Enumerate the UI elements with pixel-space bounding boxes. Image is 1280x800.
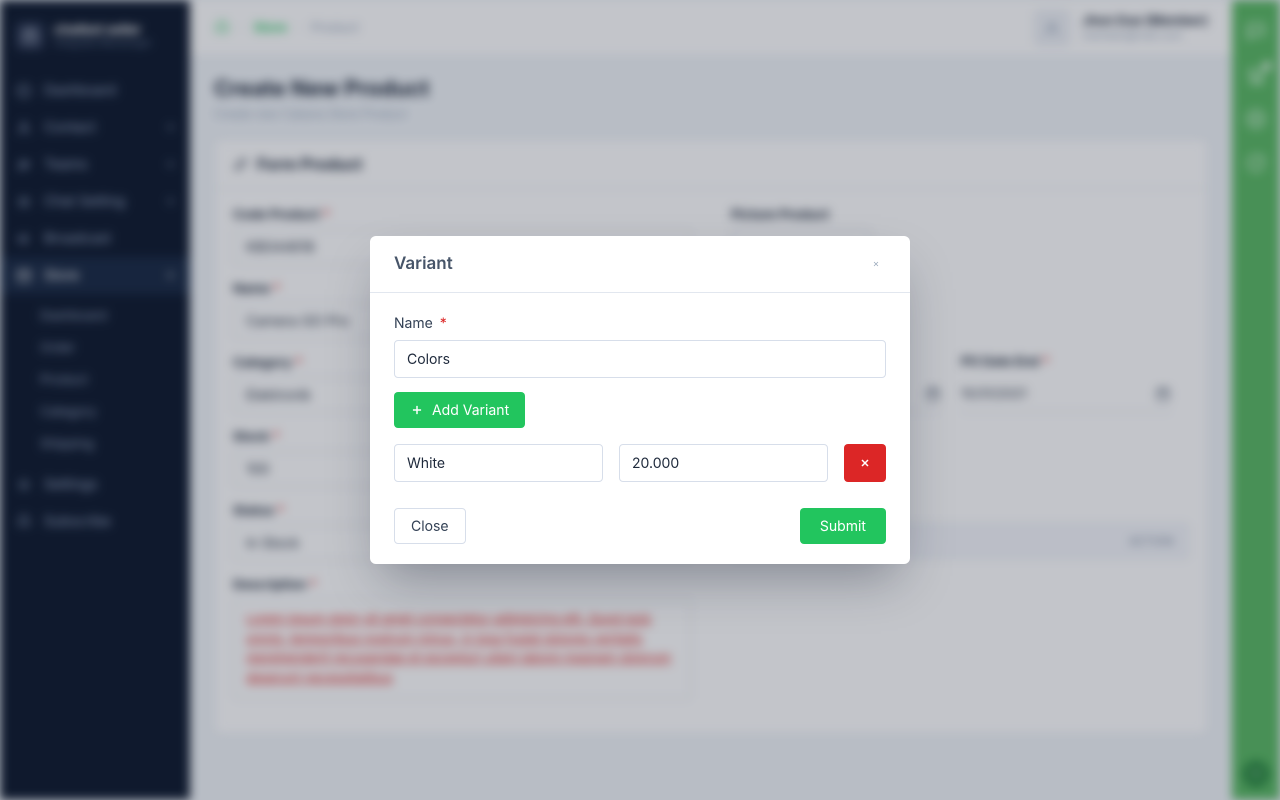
close-icon bbox=[872, 255, 880, 273]
modal-close-icon-button[interactable] bbox=[866, 254, 886, 274]
modal-submit-button[interactable]: Submit bbox=[800, 508, 886, 544]
add-variant-label: Add Variant bbox=[432, 402, 509, 419]
delete-variant-row-button[interactable] bbox=[844, 444, 886, 482]
modal-footer: Close Submit bbox=[370, 490, 910, 564]
add-variant-row-button[interactable]: Add Variant bbox=[394, 392, 525, 428]
modal-body: Name * Add Variant bbox=[370, 293, 910, 490]
modal-title: Variant bbox=[394, 254, 453, 274]
variant-name-input[interactable] bbox=[394, 340, 886, 378]
modal-close-button[interactable]: Close bbox=[394, 508, 466, 544]
variant-row-name-input[interactable] bbox=[394, 444, 603, 482]
variant-row bbox=[394, 444, 886, 482]
modal-header: Variant bbox=[370, 236, 910, 293]
close-icon bbox=[859, 457, 871, 469]
required-icon: * bbox=[440, 315, 447, 332]
variant-modal: Variant Name * Add Variant Close Submit bbox=[370, 236, 910, 564]
plus-icon bbox=[410, 403, 424, 417]
modal-name-label: Name * bbox=[394, 315, 886, 332]
variant-row-price-input[interactable] bbox=[619, 444, 828, 482]
